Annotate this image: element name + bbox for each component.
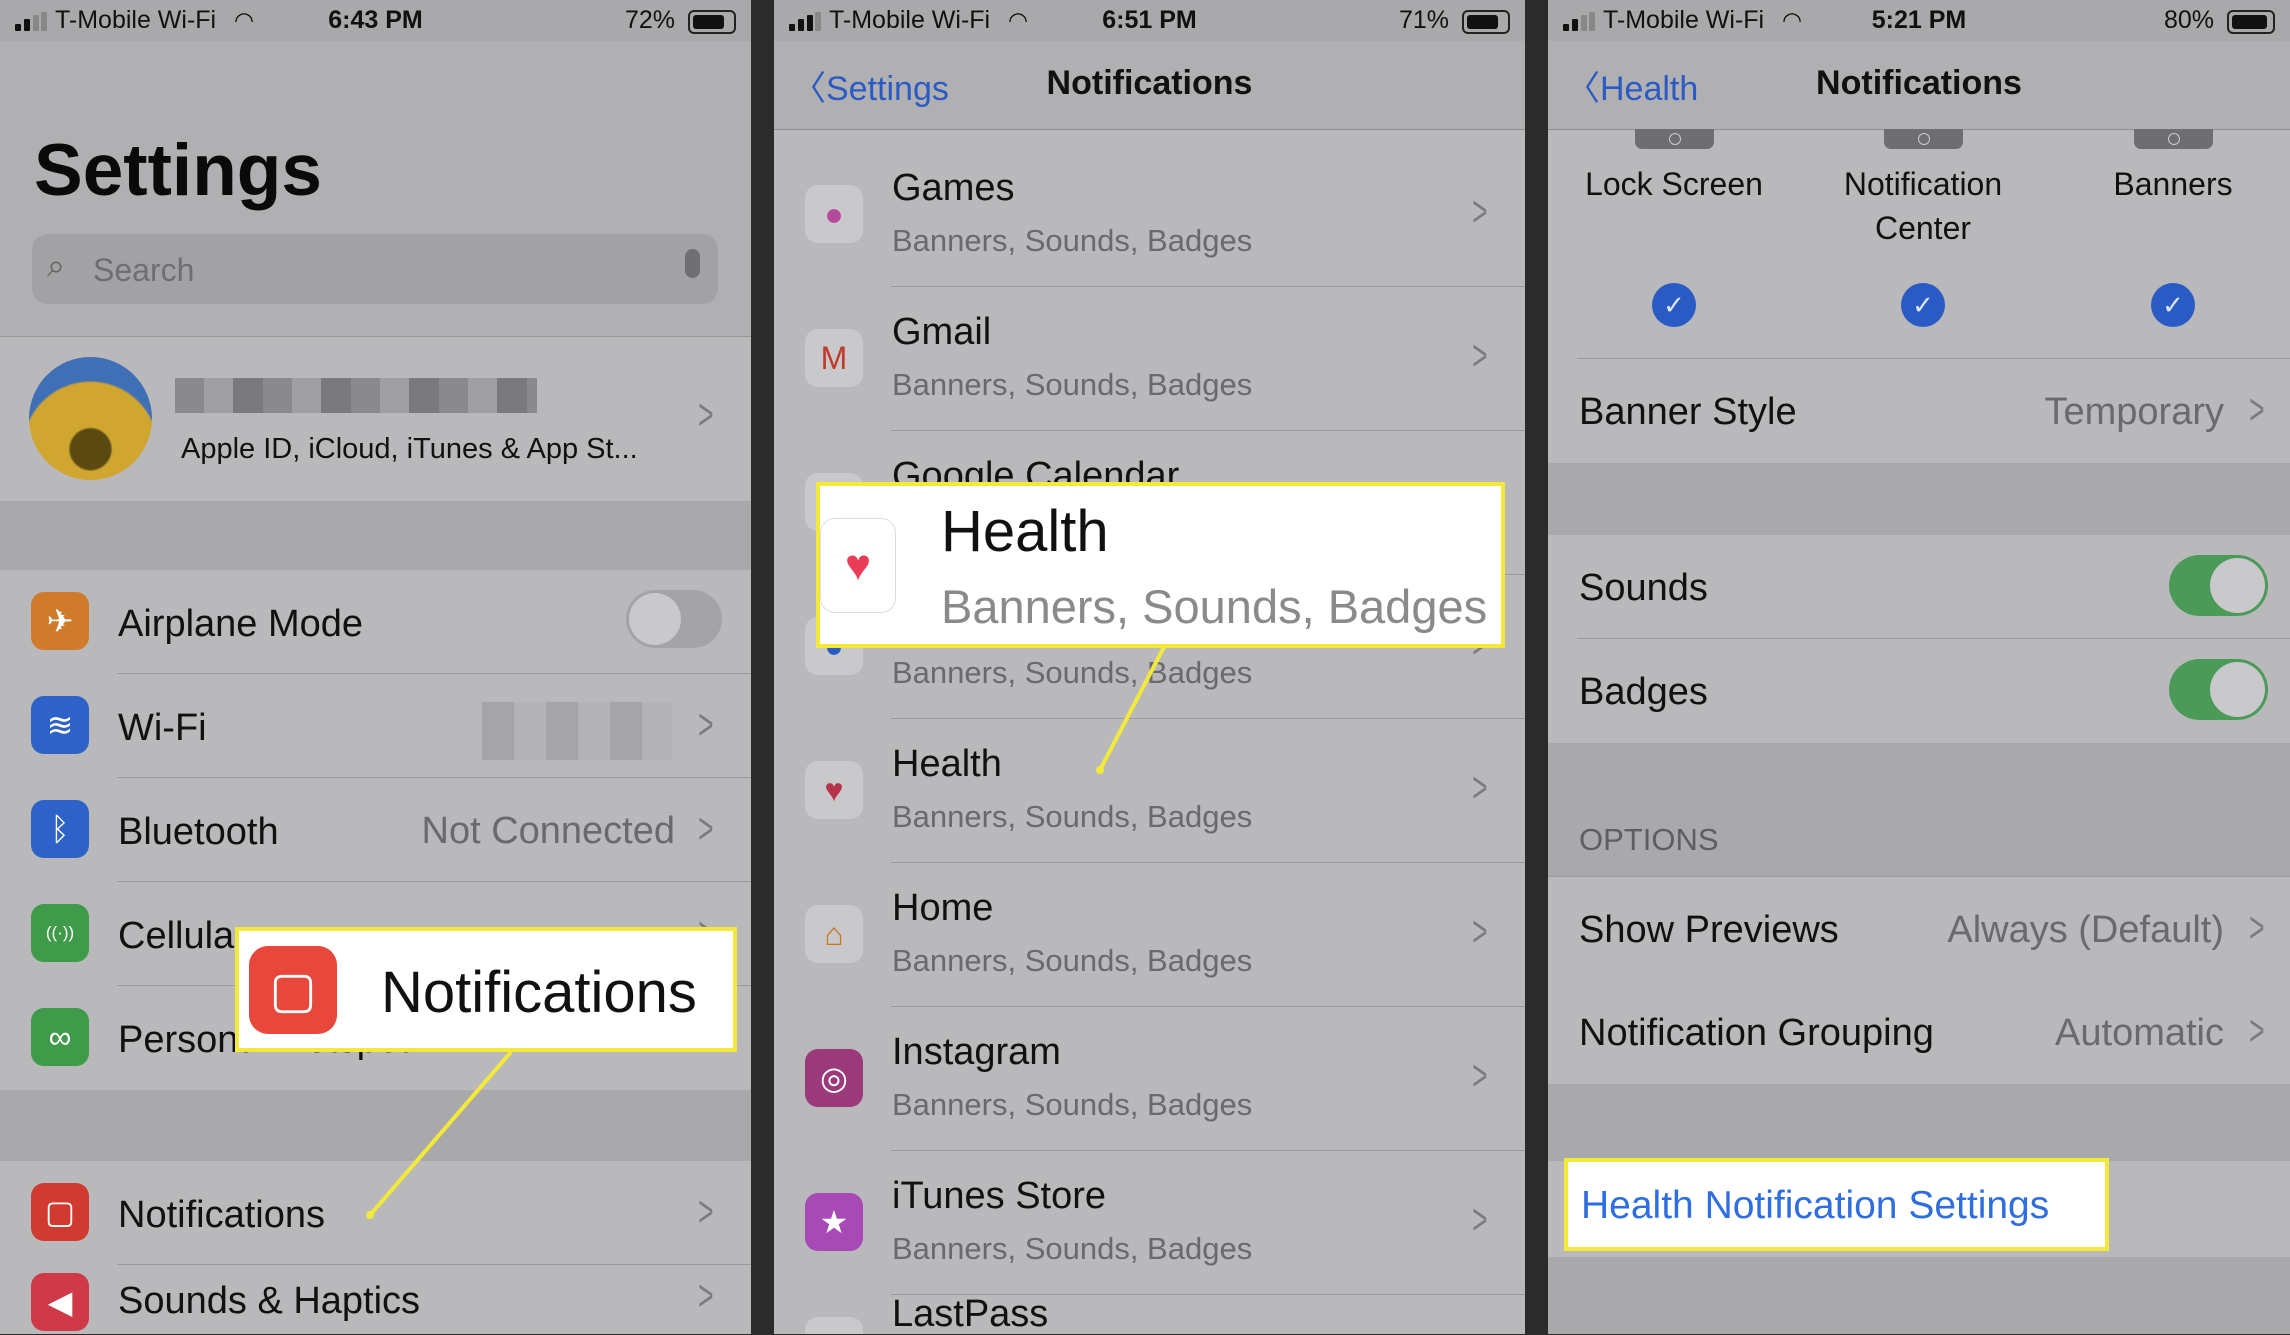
sounds-row: Sounds [1548, 535, 2290, 639]
pointer-line [1096, 646, 1166, 774]
settings-screen: T-Mobile Wi-Fi ◠ 6:43 PM 72% Settings ⌕ … [0, 0, 751, 1334]
chevron-right-icon: > [2249, 385, 2265, 434]
notification-grouping-row[interactable]: Notification Grouping Automatic > [1548, 980, 2290, 1084]
health-notifications-screen: 〈Health Notifications T-Mobile Wi-Fi ◠ 5… [1548, 0, 2290, 1334]
show-previews-label: Show Previews [1579, 909, 1839, 951]
badges-row: Badges [1548, 639, 2290, 743]
sounds-label: Sounds [1579, 567, 1708, 609]
battery-percent: 80% [2163, 6, 2214, 34]
phone-preview-icon [1884, 129, 1963, 149]
alert-option-label: Notification Center [1843, 166, 2003, 246]
alert-option-label: Lock Screen [1585, 166, 1763, 202]
banner-style-value: Temporary [2044, 391, 2225, 433]
health-notification-settings-link[interactable]: Health Notification Settings [1564, 1158, 2109, 1251]
notification-grouping-label: Notification Grouping [1579, 1012, 1934, 1054]
banner-style-label: Banner Style [1579, 391, 1797, 433]
banner-style-row[interactable]: Banner Style Temporary > [1548, 359, 2290, 463]
status-bar: T-Mobile Wi-Fi ◠ 5:21 PM 80% [1548, 0, 2290, 41]
badges-toggle[interactable] [2169, 659, 2268, 720]
callout-label: Notifications [381, 960, 697, 1025]
notification-grouping-value: Automatic [2055, 1012, 2224, 1054]
battery-icon [2227, 10, 2275, 34]
nav-title: Notifications [1816, 64, 2022, 102]
callout-subtitle: Banners, Sounds, Badges [941, 580, 1488, 633]
badges-label: Badges [1579, 671, 1708, 713]
show-previews-row[interactable]: Show Previews Always (Default) > [1548, 876, 2290, 981]
notifications-callout: ▢ Notifications [235, 927, 737, 1052]
heart-icon: ♥ [820, 518, 896, 613]
options-header: OPTIONS [1579, 822, 1719, 857]
nav-bar: 〈Health Notifications [1548, 41, 2290, 130]
pointer-line [366, 1050, 513, 1219]
checkmark-icon[interactable]: ✓ [1652, 283, 1696, 327]
sounds-toggle[interactable] [2169, 555, 2268, 616]
phone-preview-icon [2134, 129, 2213, 149]
show-previews-value: Always (Default) [1947, 909, 2224, 951]
notifications-list-screen: 〈Settings Notifications T-Mobile Wi-Fi ◠… [774, 0, 1525, 1334]
notifications-icon: ▢ [249, 946, 337, 1034]
callout-title: Health [941, 499, 1109, 564]
chevron-right-icon: > [2249, 1006, 2265, 1055]
checkmark-icon[interactable]: ✓ [2151, 283, 2195, 327]
chevron-right-icon: > [2249, 903, 2265, 952]
composite-screenshot: T-Mobile Wi-Fi ◠ 6:43 PM 72% Settings ⌕ … [0, 0, 2290, 1334]
checkmark-icon[interactable]: ✓ [1901, 283, 1945, 327]
phone-preview-icon [1635, 129, 1714, 149]
health-callout: ♥ Health Banners, Sounds, Badges [816, 482, 1505, 648]
alert-option-label: Banners [2113, 166, 2233, 202]
link-label: Health Notification Settings [1581, 1184, 2050, 1227]
